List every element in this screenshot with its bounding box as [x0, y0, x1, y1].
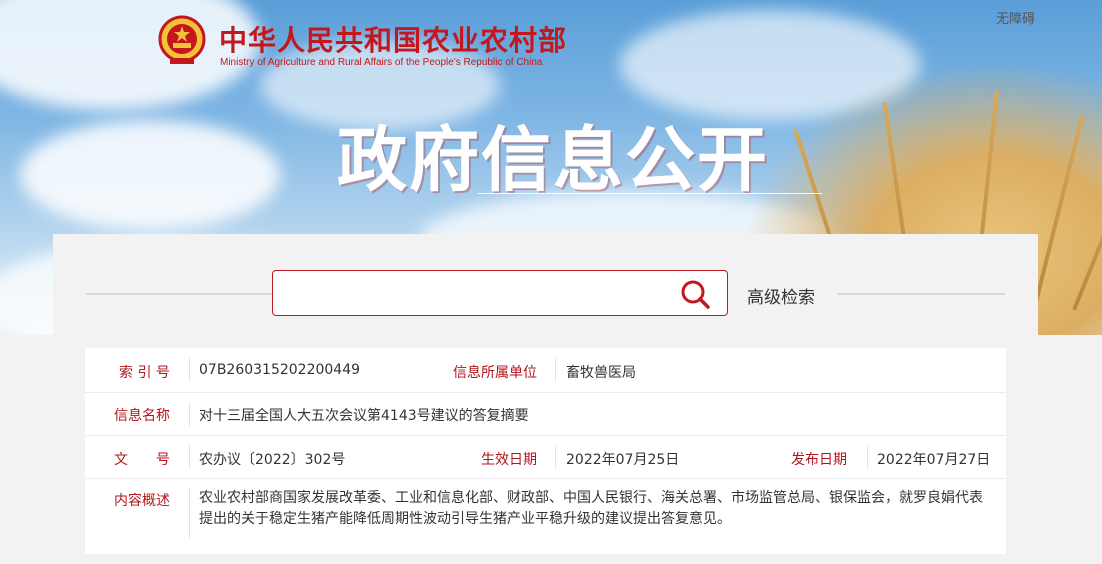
summary-label: 内容概述: [114, 493, 170, 509]
title-underline: [478, 193, 822, 194]
column-divider: [189, 445, 190, 469]
content-panel: 高级检索 索 引 号 07B260315202200449 信息所属单位 畜牧兽…: [53, 234, 1038, 564]
docno-value: 农办议〔2022〕302号: [199, 452, 346, 468]
wheat-stalk: [1032, 115, 1085, 311]
ministry-name-cn[interactable]: 中华人民共和国农业农村部: [219, 19, 567, 59]
search-input[interactable]: [285, 279, 669, 309]
effective-date-value: 2022年07月25日: [566, 452, 680, 468]
search-icon[interactable]: [679, 278, 711, 310]
index-value: 07B260315202200449: [199, 362, 361, 378]
ministry-name-en[interactable]: Ministry of Agriculture and Rural Affair…: [220, 57, 542, 68]
column-divider: [555, 358, 556, 382]
cloud: [20, 120, 280, 230]
table-row: 索 引 号 07B260315202200449 信息所属单位 畜牧兽医局: [85, 348, 1006, 393]
table-row: 内容概述 农业农村部商国家发展改革委、工业和信息化部、财政部、中国人民银行、海关…: [85, 478, 1006, 554]
summary-text: 农业农村部商国家发展改革委、工业和信息化部、财政部、中国人民银行、海关总署、市场…: [199, 490, 983, 527]
unit-label: 信息所属单位: [453, 365, 537, 381]
index-label: 索 引 号: [119, 365, 170, 381]
unit-value: 畜牧兽医局: [566, 365, 636, 381]
name-label: 信息名称: [114, 408, 170, 424]
effective-date-label: 生效日期: [481, 452, 537, 468]
publish-date-value: 2022年07月27日: [877, 452, 991, 468]
docno-label: 文 号: [114, 452, 170, 468]
page: 中华人民共和国农业农村部 Ministry of Agriculture and…: [0, 0, 1102, 564]
column-divider: [189, 358, 190, 382]
table-row: 信息名称 对十三届全国人大五次会议第4143号建议的答复摘要: [85, 392, 1006, 436]
search-bar: 高级检索: [53, 234, 1038, 349]
column-divider: [189, 488, 190, 538]
search-box[interactable]: [272, 270, 728, 316]
advanced-search-link[interactable]: 高级检索: [747, 283, 815, 308]
name-value: 对十三届全国人大五次会议第4143号建议的答复摘要: [199, 408, 529, 424]
page-title: 政府信息公开: [337, 119, 769, 201]
accessibility-link[interactable]: 无障碍: [996, 8, 1035, 27]
divider: [837, 293, 1005, 295]
national-emblem-icon[interactable]: [158, 14, 206, 68]
wheat-stalk: [1072, 142, 1102, 311]
publish-date-label: 发布日期: [791, 452, 847, 468]
column-divider: [867, 445, 868, 469]
column-divider: [189, 402, 190, 426]
info-table: 索 引 号 07B260315202200449 信息所属单位 畜牧兽医局 信息…: [85, 348, 1006, 554]
column-divider: [555, 445, 556, 469]
table-row: 文 号 农办议〔2022〕302号 生效日期 2022年07月25日 发布日期 …: [85, 435, 1006, 479]
